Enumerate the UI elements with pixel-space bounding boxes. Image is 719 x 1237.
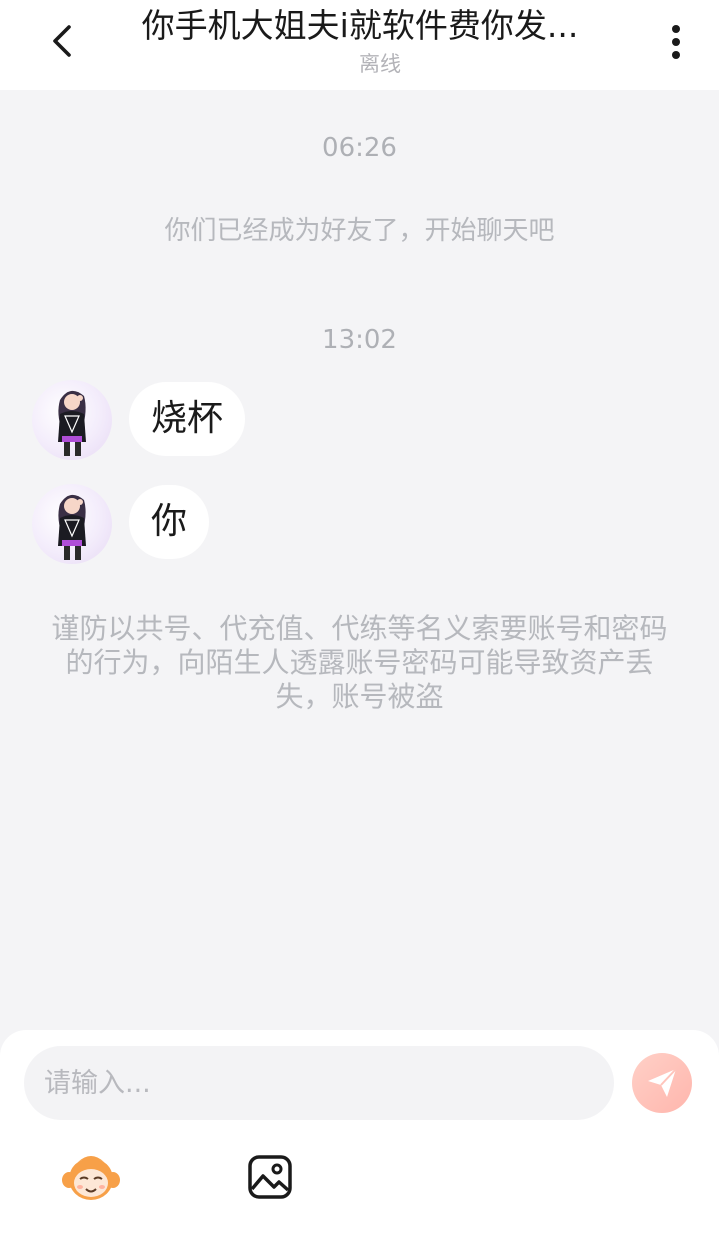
send-icon	[648, 1068, 677, 1097]
online-status: 离线	[359, 52, 401, 76]
message-input[interactable]	[24, 1046, 614, 1120]
message-bubble[interactable]: 烧杯	[129, 382, 246, 456]
image-upload-button[interactable]	[247, 1154, 293, 1200]
image-icon	[248, 1155, 292, 1199]
message-bubble[interactable]: 你	[129, 485, 210, 559]
contact-avatar[interactable]	[32, 484, 112, 564]
message-composer	[0, 1030, 719, 1237]
timestamp: 13:02	[322, 325, 397, 355]
emoji-icon	[62, 1156, 120, 1200]
emoji-button[interactable]	[60, 1150, 122, 1204]
chat-header: 你手机大姐夫i就软件费你发... 离线	[0, 0, 719, 90]
chat-title: 你手机大姐夫i就软件费你发...	[141, 6, 579, 45]
timestamp: 06:26	[322, 133, 397, 163]
avatar-image	[58, 390, 86, 456]
send-button[interactable]	[632, 1053, 692, 1113]
back-button[interactable]	[40, 18, 86, 64]
chevron-left-icon	[53, 25, 71, 57]
avatar-image	[58, 494, 86, 560]
friend-added-notice: 你们已经成为好友了，开始聊天吧	[164, 216, 555, 246]
more-options-button[interactable]	[656, 20, 696, 64]
contact-avatar[interactable]	[32, 380, 112, 460]
more-vertical-icon	[672, 25, 680, 59]
security-warning: 谨防以共号、代充值、代练等名义索要账号和密码的行为，向陌生人透露账号密码可能导致…	[51, 612, 668, 713]
